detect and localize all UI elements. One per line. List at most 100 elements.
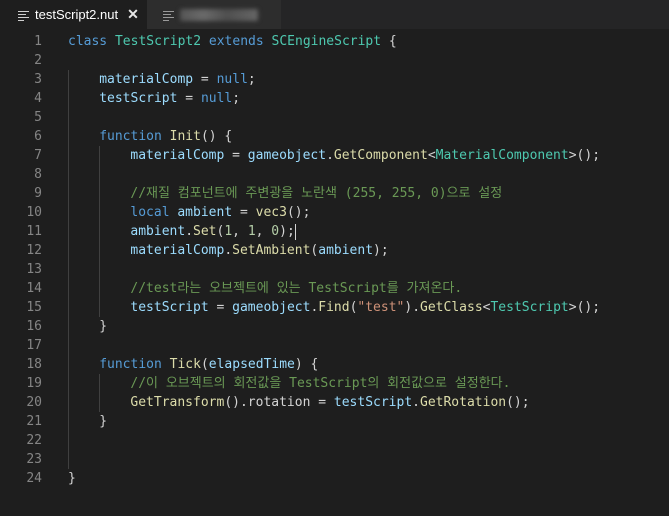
code-token-variable: testScript [130, 300, 209, 315]
indent-guide [99, 241, 101, 260]
code-token-variable: testScript [333, 395, 413, 410]
indent-guide [99, 374, 101, 393]
indent-guide [99, 279, 101, 298]
code-token-type: TestScript2 [114, 34, 202, 49]
code-token-plain: } [99, 319, 108, 334]
code-token-keyword: extends [208, 34, 264, 49]
code-line[interactable]: testScript = null; [68, 89, 600, 108]
code-token-plain: { [381, 34, 397, 49]
code-token-plain: ; [247, 72, 256, 87]
code-line[interactable] [68, 108, 600, 127]
code-line[interactable]: ambient.Set(1, 1, 0); [68, 222, 600, 241]
code-token-variable: elapsedTime [208, 357, 295, 372]
tab-label: testScript2.nut [35, 7, 119, 22]
line-number: 24 [26, 471, 42, 486]
code-token-plain: } [99, 414, 108, 429]
code-token-plain: ) { [294, 357, 319, 372]
code-area[interactable]: class TestScript2 extends SCEngineScript… [68, 32, 600, 488]
code-token-function: SetAmbient [232, 243, 311, 258]
code-line[interactable] [68, 336, 600, 355]
code-token-comment: //test라는 오브젝트에 있는 TestScript를 가져온다. [130, 281, 463, 296]
code-line[interactable]: materialComp = gameobject.GetComponent<M… [68, 146, 600, 165]
code-line[interactable]: function Init() { [68, 127, 600, 146]
line-number: 20 [26, 395, 42, 410]
code-token-plain: ; [232, 91, 241, 106]
code-token-function: Set [193, 224, 217, 239]
line-number: 8 [34, 167, 42, 182]
code-token-keyword: function [99, 357, 162, 372]
tab-blurred-file[interactable] [147, 0, 281, 29]
tab-testscript2[interactable]: testScript2.nut ✕ [0, 0, 147, 29]
indent-guide [99, 203, 101, 222]
text-cursor [294, 223, 296, 240]
indent-guide [99, 146, 101, 165]
code-line[interactable]: local ambient = vec3(); [68, 203, 600, 222]
code-token-plain: (); [506, 395, 530, 410]
code-line[interactable]: testScript = gameobject.Find("test").Get… [68, 298, 600, 317]
code-token-plain: ). [404, 300, 421, 315]
line-number: 13 [26, 262, 42, 277]
indent-guide [68, 450, 69, 469]
indent-guide [99, 165, 101, 184]
code-line[interactable]: class TestScript2 extends SCEngineScript… [68, 32, 600, 51]
code-token-keyword: local [130, 205, 170, 220]
code-line[interactable]: materialComp.SetAmbient(ambient); [68, 241, 600, 260]
code-line[interactable] [68, 165, 600, 184]
code-token-plain: < [427, 148, 436, 163]
code-line[interactable]: } [68, 412, 600, 431]
code-line[interactable] [68, 431, 600, 450]
code-token-string: "test" [357, 300, 405, 315]
code-token-plain: , [232, 224, 248, 239]
code-line[interactable]: //재질 컴포넌트에 주변광을 노란색 (255, 255, 0)으로 설정 [68, 184, 600, 203]
code-token-plain: (); [286, 205, 311, 220]
code-token-plain: >(); [568, 148, 601, 163]
code-line[interactable]: GetTransform().rotation = testScript.Get… [68, 393, 600, 412]
file-lines-icon [163, 10, 174, 21]
indent-guide [99, 260, 101, 279]
code-token-variable: ambient [318, 243, 374, 258]
code-token-keyword: function [99, 129, 162, 144]
code-token-plain: . [412, 395, 420, 410]
code-token-plain: } [68, 471, 76, 486]
tab-label-blurred [180, 8, 258, 21]
line-number: 10 [26, 205, 42, 220]
indent-guide [68, 317, 69, 336]
code-line[interactable]: //test라는 오브젝트에 있는 TestScript를 가져온다. [68, 279, 600, 298]
code-token-plain: . [326, 148, 334, 163]
line-number: 15 [26, 300, 42, 315]
code-token-plain: = [177, 91, 201, 106]
code-line[interactable] [68, 51, 600, 70]
code-token-number: 0 [271, 224, 280, 239]
code-token-function: Find [318, 300, 350, 315]
code-line[interactable] [68, 450, 600, 469]
indent-guide [68, 279, 69, 298]
line-number: 21 [26, 414, 42, 429]
code-token-type: TestScript [490, 300, 569, 315]
code-editor[interactable]: 1 2 3 4 5 6 7 8 9 10 11 12 13 14 15 16 17 18 19 20 21 22 23 24 … [0, 29, 669, 516]
indent-guide [68, 127, 69, 146]
code-token-plain: ); [373, 243, 389, 258]
line-number: 18 [26, 357, 42, 372]
close-icon[interactable]: ✕ [127, 6, 139, 23]
indent-guide [68, 393, 69, 412]
code-line[interactable]: function Tick(elapsedTime) { [68, 355, 600, 374]
indent-guide [68, 431, 69, 450]
file-lines-icon [18, 10, 29, 21]
indent-guide [68, 203, 69, 222]
code-token-plain: = [224, 148, 248, 163]
indent-guide [68, 355, 69, 374]
indent-guide [68, 298, 69, 317]
code-line[interactable]: } [68, 469, 600, 488]
line-number: 16 [26, 319, 42, 334]
code-line[interactable] [68, 260, 600, 279]
line-number: 4 [34, 91, 42, 106]
code-token-plain: = [208, 300, 233, 315]
code-line[interactable]: } [68, 317, 600, 336]
code-token-variable: gameobject [247, 148, 327, 163]
code-line[interactable]: materialComp = null; [68, 70, 600, 89]
code-line[interactable]: //이 오브젝트의 회전값을 TestScript의 회전값으로 설정한다. [68, 374, 600, 393]
code-token-keyword: null [216, 72, 248, 87]
